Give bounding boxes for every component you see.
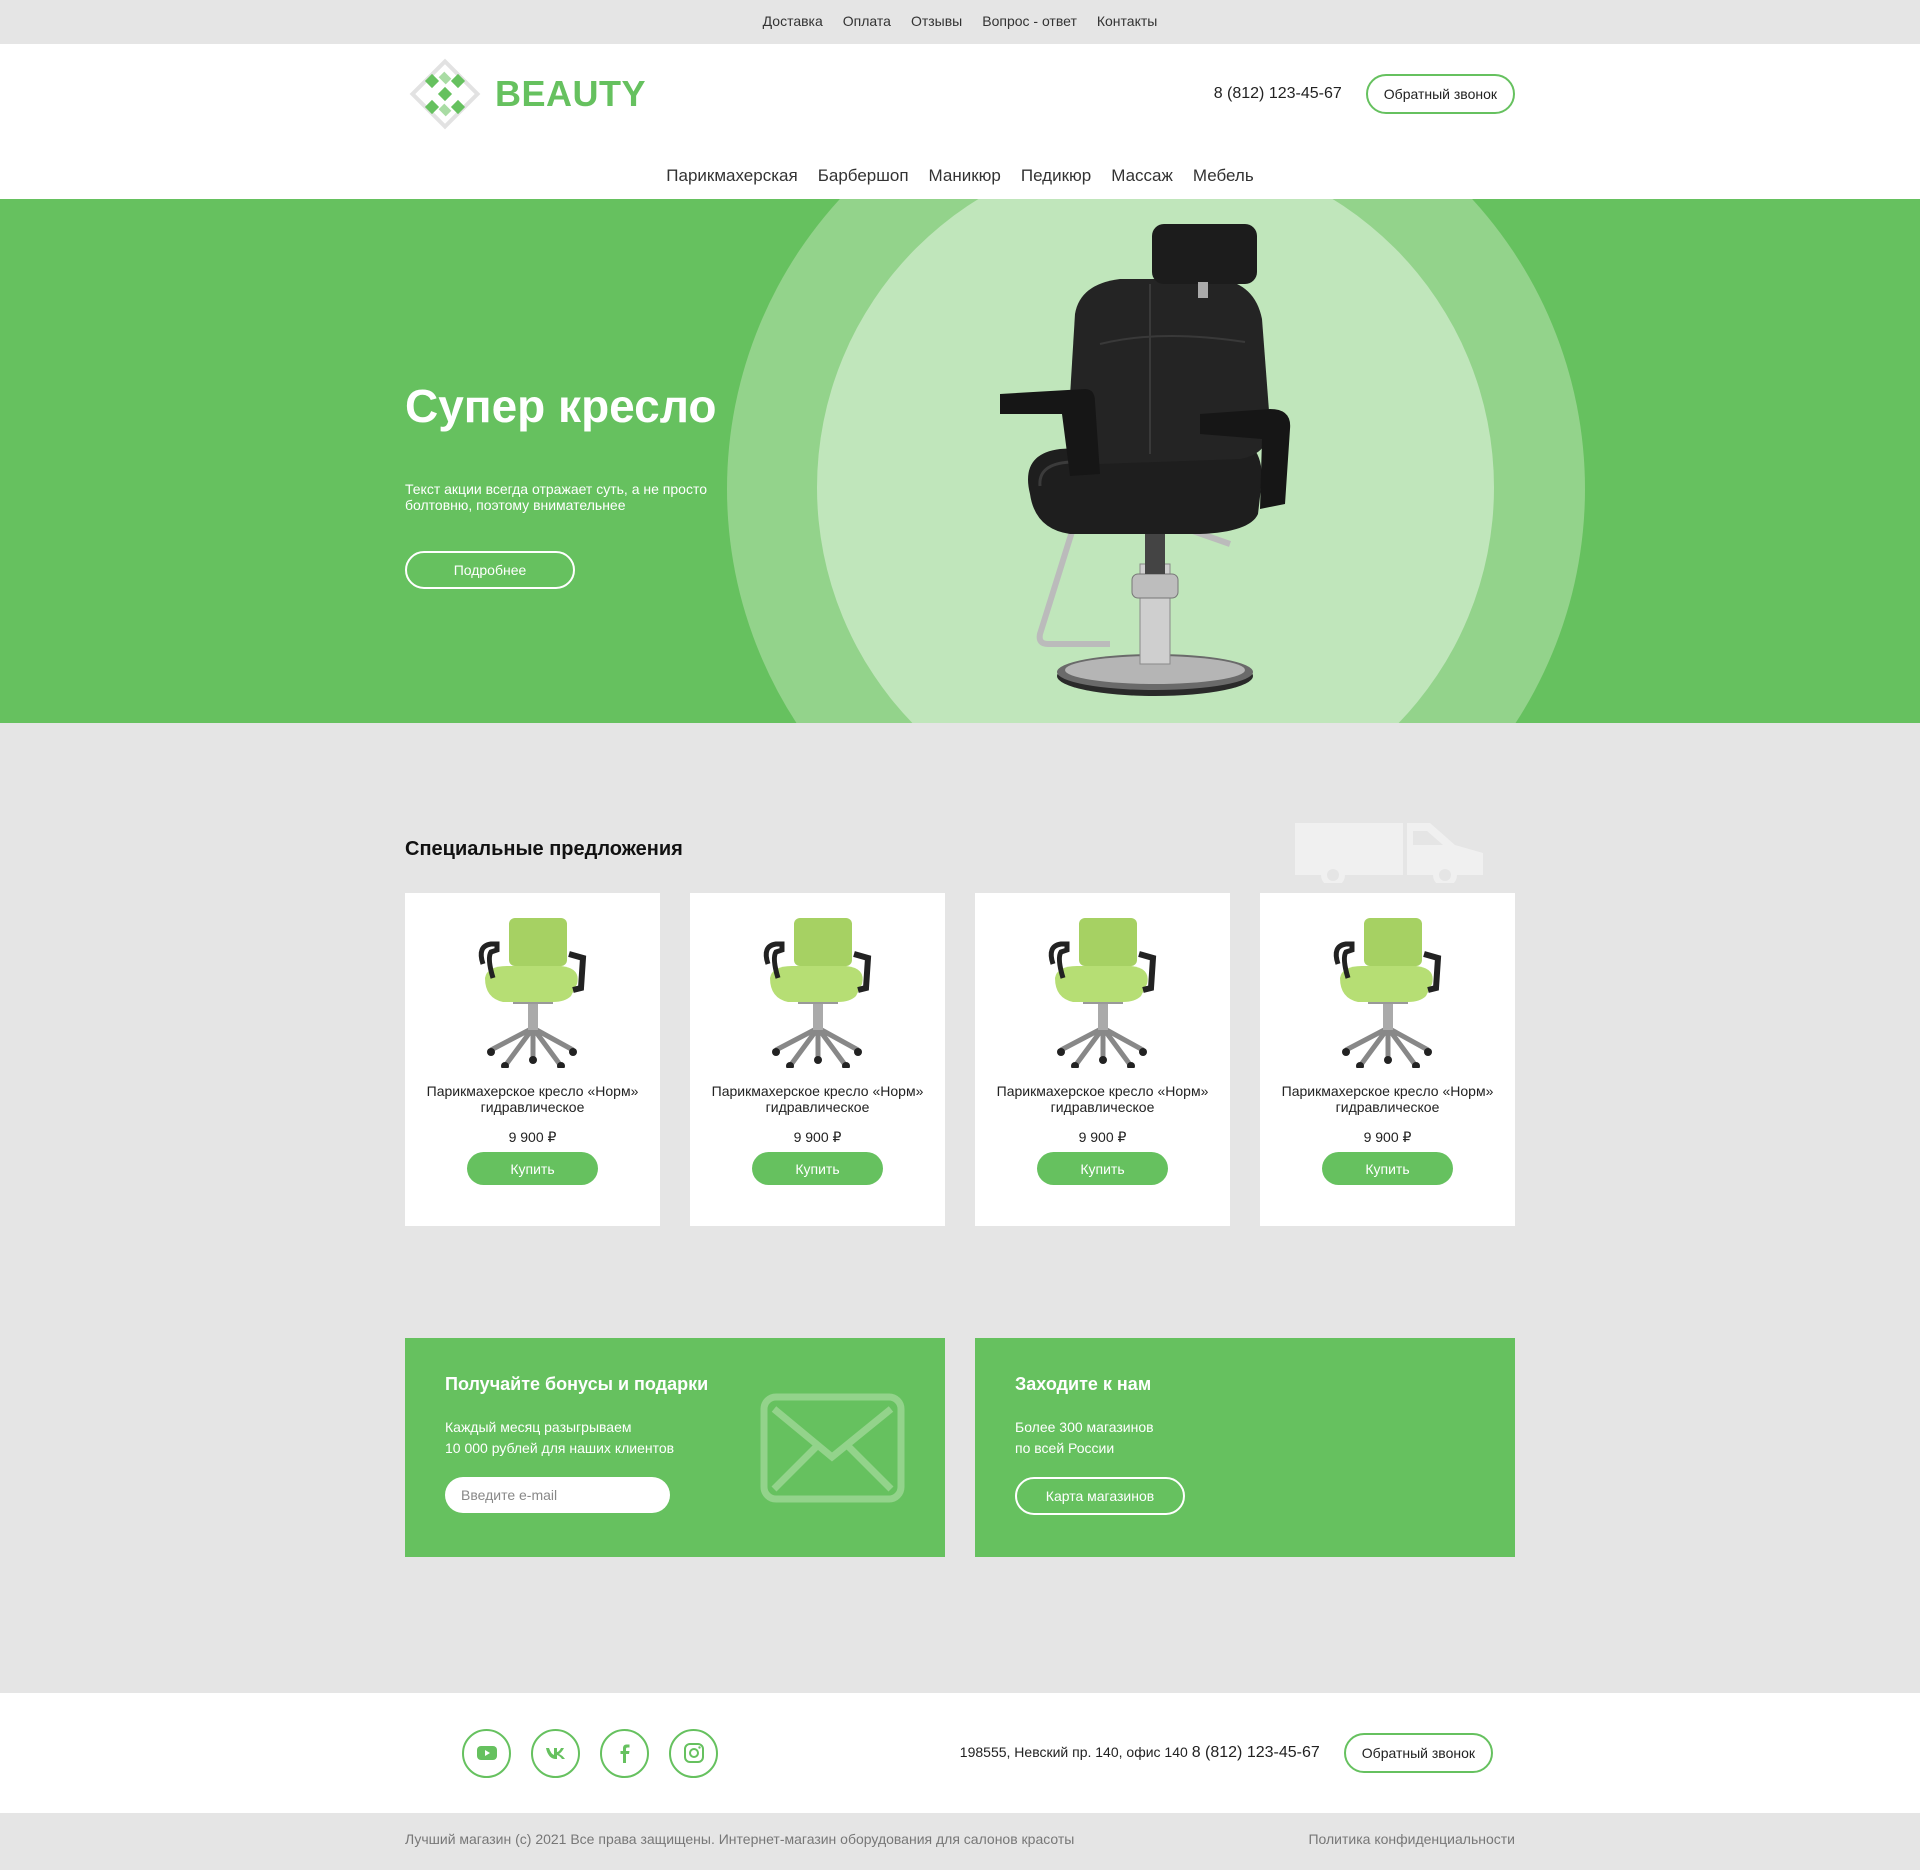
top-nav-reviews[interactable]: Отзывы <box>911 13 962 29</box>
youtube-icon <box>476 1746 497 1760</box>
facebook-icon <box>620 1744 629 1763</box>
product-chair-image <box>763 918 871 1068</box>
nav-barbershop[interactable]: Барбершоп <box>818 166 909 186</box>
hero-banner: Супер кресло Текст акции всегда отражает… <box>0 199 1920 723</box>
product-price: 9 900 ₽ <box>1363 1129 1412 1145</box>
footer-callback-button[interactable]: Обратный звонок <box>1343 1733 1493 1773</box>
header: BEAUTY 8 (812) 123-45-67 Обратный звонок… <box>0 44 1920 199</box>
privacy-policy-link[interactable]: Политика конфиденциальности <box>1308 1831 1515 1847</box>
product-price: 9 900 ₽ <box>508 1129 557 1145</box>
top-nav-faq[interactable]: Вопрос - ответ <box>982 13 1077 29</box>
footer-address: 198555, Невский пр. 140, офис 140 8 (812… <box>959 1744 1320 1761</box>
instagram-icon <box>683 1743 704 1763</box>
product-title[interactable]: Парикмахерское кресло «Норм» гидравличес… <box>690 1083 945 1115</box>
specials-section: Специальные предложения Парикмахерское к… <box>405 723 1515 1338</box>
product-card[interactable]: Парикмахерское кресло «Норм» гидравличес… <box>975 893 1230 1226</box>
bonus-promo: Получайте бонусы и подарки Каждый месяц … <box>405 1338 945 1557</box>
logo[interactable]: BEAUTY <box>405 54 646 134</box>
top-nav-payment[interactable]: Оплата <box>843 13 891 29</box>
instagram-link[interactable] <box>669 1728 718 1778</box>
promo-section: Получайте бонусы и подарки Каждый месяц … <box>405 1338 1515 1557</box>
nav-manicure[interactable]: Маникюр <box>929 166 1001 186</box>
stores-text: Более 300 магазинов по всей России <box>1015 1419 1154 1456</box>
facebook-link[interactable] <box>600 1728 649 1778</box>
product-title[interactable]: Парикмахерское кресло «Норм» гидравличес… <box>975 1083 1230 1115</box>
nav-hairdressing[interactable]: Парикмахерская <box>666 166 797 186</box>
product-price: 9 900 ₽ <box>793 1129 842 1145</box>
product-chair-image <box>1048 918 1156 1068</box>
product-title[interactable]: Парикмахерское кресло «Норм» гидравличес… <box>1260 1083 1515 1115</box>
logo-icon <box>409 58 481 130</box>
envelope-icon <box>760 1393 905 1503</box>
hero-chair-image <box>1000 224 1291 696</box>
product-card[interactable]: Парикмахерское кресло «Норм» гидравличес… <box>1260 893 1515 1226</box>
product-card[interactable]: Парикмахерское кресло «Норм» гидравличес… <box>405 893 660 1226</box>
buy-button[interactable]: Купить <box>1037 1152 1168 1185</box>
top-nav-contacts[interactable]: Контакты <box>1097 13 1157 29</box>
callback-button[interactable]: Обратный звонок <box>1365 74 1515 114</box>
product-price: 9 900 ₽ <box>1078 1129 1127 1145</box>
top-nav-delivery[interactable]: Доставка <box>763 13 823 29</box>
youtube-link[interactable] <box>462 1728 511 1778</box>
nav-massage[interactable]: Массаж <box>1111 166 1173 186</box>
truck-icon <box>1295 823 1483 883</box>
header-phone[interactable]: 8 (812) 123-45-67 <box>1214 85 1342 103</box>
vk-link[interactable] <box>531 1728 580 1778</box>
email-input[interactable] <box>445 1477 670 1513</box>
nav-furniture[interactable]: Мебель <box>1193 166 1254 186</box>
buy-button[interactable]: Купить <box>467 1152 598 1185</box>
product-chair-image <box>478 918 586 1068</box>
product-title[interactable]: Парикмахерское кресло «Норм» гидравличес… <box>405 1083 660 1115</box>
vk-icon <box>545 1748 565 1759</box>
logo-text: BEAUTY <box>495 73 647 114</box>
nav-pedicure[interactable]: Педикюр <box>1021 166 1091 186</box>
stores-promo: Заходите к нам Более 300 магазинов по все… <box>975 1338 1515 1557</box>
main-nav: Парикмахерская Барбершоп Маникюр Педикюр… <box>405 144 1515 186</box>
stores-title: Заходите к нам <box>1015 1374 1152 1394</box>
copyright-text: Лучший магазин (c) 2021 Все права защище… <box>405 1831 1075 1847</box>
hero-more-button[interactable]: Подробнее <box>405 551 575 589</box>
bonus-title: Получайте бонусы и подарки <box>445 1374 709 1394</box>
social-links <box>462 1728 718 1778</box>
product-card[interactable]: Парикмахерское кресло «Норм» гидравличес… <box>690 893 945 1226</box>
hero-text: Текст акции всегда отражает суть, а не п… <box>405 481 707 513</box>
product-list: Парикмахерское кресло «Норм» гидравличес… <box>405 893 1515 1226</box>
hero-title: Супер кресло <box>405 380 717 432</box>
product-chair-image <box>1333 918 1441 1068</box>
copyright-bar: Лучший магазин (c) 2021 Все права защище… <box>0 1813 1920 1870</box>
buy-button[interactable]: Купить <box>752 1152 883 1185</box>
buy-button[interactable]: Купить <box>1322 1152 1453 1185</box>
top-bar: Доставка Оплата Отзывы Вопрос - ответ Ко… <box>0 0 1920 44</box>
stores-map-button[interactable]: Карта магазинов <box>1015 1477 1185 1515</box>
footer-phone[interactable]: 8 (812) 123-45-67 <box>1192 1744 1320 1761</box>
top-nav: Доставка Оплата Отзывы Вопрос - ответ Ко… <box>0 0 1920 29</box>
footer: 198555, Невский пр. 140, офис 140 8 (812… <box>0 1693 1920 1813</box>
